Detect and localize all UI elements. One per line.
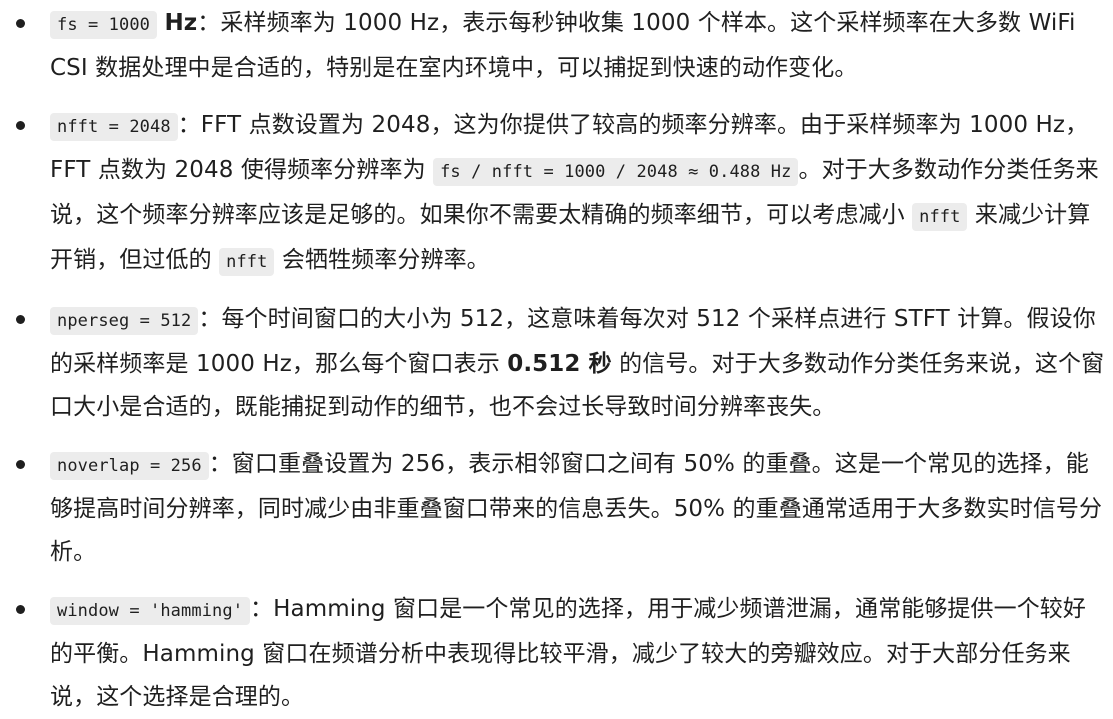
list-item-fs: fs = 1000 Hz：采样频率为 1000 Hz，表示每秒钟收集 1000 … [0, 2, 1113, 90]
bullet-dot-icon [16, 315, 25, 324]
item-text: ：窗口重叠设置为 256，表示相邻窗口之间有 50% 的重叠。这是一个常见的选择… [50, 451, 1103, 565]
bullet-dot-icon [16, 19, 25, 28]
list-item-nperseg: nperseg = 512 ：每个时间窗口的大小为 512，这意味着每次对 512… [0, 298, 1113, 429]
inline-code: fs = 1000 [50, 11, 158, 39]
bullet-dot-icon [16, 460, 25, 469]
list-item-window: window = 'hamming' ：Hamming 窗口是一个常见的选择，用于… [0, 588, 1113, 719]
item-text: 会牺牲频率分辨率。 [274, 247, 490, 273]
bullet-dot-icon [16, 605, 25, 614]
item-text: ：采样频率为 1000 Hz，表示每秒钟收集 1000 个样本。这个采样频率在大… [50, 10, 1076, 81]
list-item-nfft: nfft = 2048 ：FFT 点数设置为 2048，这为你提供了较高的频率分辨… [0, 104, 1113, 284]
bold-text: Hz [164, 10, 198, 36]
bold-text: 0.512 秒 [507, 351, 612, 377]
inline-code: fs / nfft = 1000 / 2048 ≈ 0.488 Hz [433, 158, 799, 186]
inline-code: nfft = 2048 [50, 113, 178, 141]
list-item-noverlap: noverlap = 256 ：窗口重叠设置为 256，表示相邻窗口之间有 50%… [0, 443, 1113, 574]
inline-code: nfft [912, 203, 968, 231]
document: fs = 1000 Hz：采样频率为 1000 Hz，表示每秒钟收集 1000 … [0, 0, 1113, 710]
inline-code: noverlap = 256 [50, 452, 209, 480]
inline-code: nperseg = 512 [50, 307, 199, 335]
bullet-list: fs = 1000 Hz：采样频率为 1000 Hz，表示每秒钟收集 1000 … [0, 2, 1113, 719]
inline-code: window = 'hamming' [50, 597, 251, 625]
inline-code: nfft [219, 248, 275, 276]
bullet-dot-icon [16, 121, 25, 130]
